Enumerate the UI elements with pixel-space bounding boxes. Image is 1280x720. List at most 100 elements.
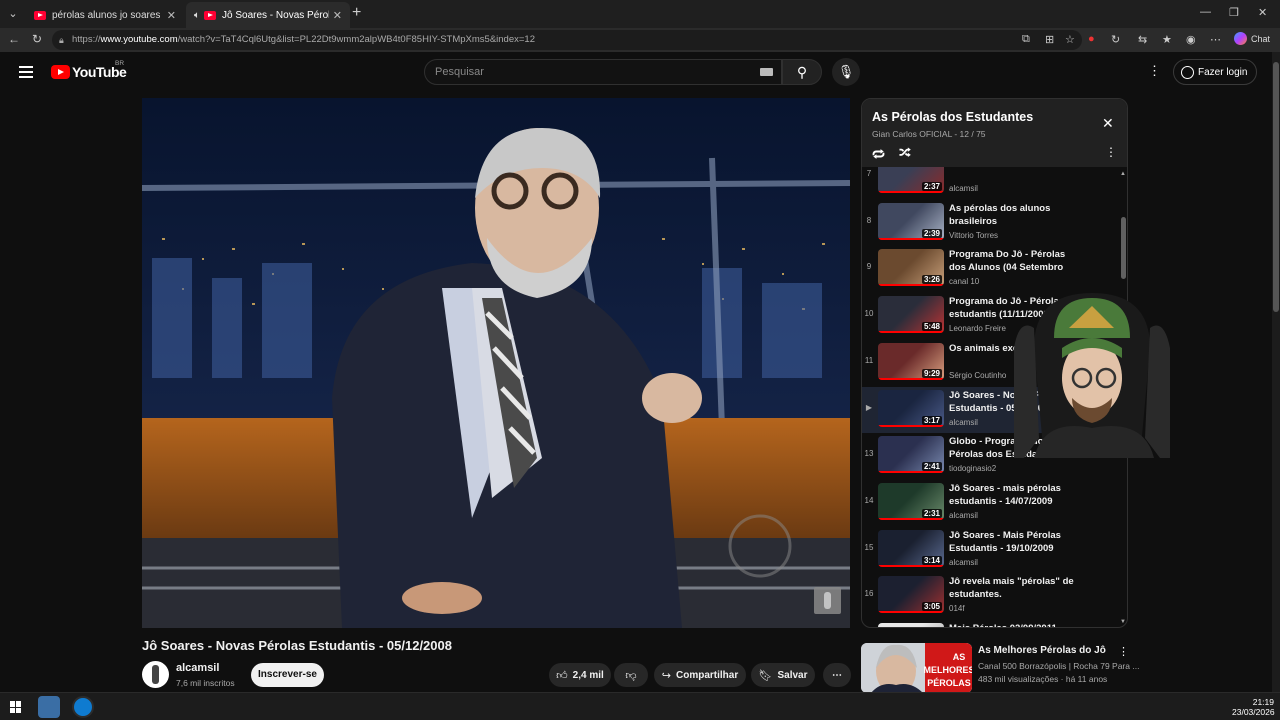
system-clock[interactable]: 21:19 23/03/2026 bbox=[1232, 697, 1275, 717]
scrollbar-thumb[interactable] bbox=[1273, 62, 1279, 312]
youtube-favicon-icon bbox=[34, 10, 46, 20]
scroll-up-icon[interactable]: ▲ bbox=[1120, 171, 1126, 177]
playlist-item[interactable]: 8 2:39 As pérolas dos alunos brasileiros Vi… bbox=[862, 200, 1120, 246]
playlist-thumbnail[interactable]: 3:14 bbox=[878, 529, 944, 567]
favorites-icon[interactable]: ★ bbox=[1162, 33, 1172, 46]
windows-start-icon[interactable] bbox=[10, 701, 22, 713]
url-prefix: https:// bbox=[72, 34, 101, 45]
back-icon[interactable]: ← bbox=[8, 32, 20, 46]
close-tab-icon[interactable]: ✕ bbox=[167, 9, 176, 22]
playlist-item-channel: Sérgio Coutinho bbox=[949, 370, 1007, 380]
search-button[interactable]: ⚲ bbox=[782, 59, 822, 85]
channel-watermark-icon[interactable] bbox=[814, 587, 841, 614]
close-window-icon[interactable]: ✕ bbox=[1258, 6, 1267, 19]
reload-icon[interactable]: ↻ bbox=[32, 32, 42, 46]
playlist-item-channel: canal 10 bbox=[949, 277, 980, 287]
loop-icon[interactable]: 🔁︎ bbox=[872, 145, 885, 164]
recommended-thumbnail-image: AS MELHORES PÉROLAS bbox=[861, 643, 972, 693]
playlist-thumbnail[interactable]: 9:29 bbox=[878, 342, 944, 380]
playlist-item[interactable]: 16 3:05 Jô revela mais "pérolas" de estuda… bbox=[862, 573, 1120, 619]
playlist-thumbnail[interactable]: 2:39 bbox=[878, 202, 944, 240]
playlist-thumbnail[interactable] bbox=[878, 623, 944, 627]
restore-icon[interactable]: ❐ bbox=[1229, 6, 1239, 19]
video-player[interactable] bbox=[142, 98, 850, 628]
search-icon: ⚲ bbox=[796, 64, 808, 80]
playlist-item[interactable]: 14 2:31 Jô Soares - mais pérolas estudanti… bbox=[862, 480, 1120, 526]
watched-progress-bar bbox=[878, 517, 944, 520]
close-tab-icon[interactable]: ✕ bbox=[333, 9, 342, 22]
playlist-item[interactable]: 7 2:37 22/03/2011 alcamsil bbox=[862, 167, 1120, 199]
browser-tab-active[interactable]: 🔈︎ Jô Soares - Novas Pérolas Estudantis … bbox=[186, 2, 350, 28]
more-icon: ⋯ bbox=[832, 669, 842, 681]
youtube-logo[interactable]: YouTube BR bbox=[51, 60, 127, 80]
playlist-thumbnail[interactable]: 3:05 bbox=[878, 576, 944, 614]
dislike-button[interactable]: 👎︎ bbox=[614, 663, 648, 687]
recommended-video-channel[interactable]: Canal 500 Borrazópolis | Rocha 79 Para .… bbox=[978, 661, 1139, 671]
playlist-item[interactable]: 17Mais Pérolas 02/09/2011 bbox=[862, 620, 1120, 627]
speaker-icon[interactable]: 🔈︎ bbox=[194, 10, 200, 21]
share-button[interactable]: ↪ Compartilhar bbox=[654, 663, 746, 687]
watched-progress-bar bbox=[878, 564, 944, 567]
scroll-down-icon[interactable]: ▼ bbox=[1120, 619, 1126, 625]
more-actions-button[interactable]: ⋯ bbox=[823, 663, 851, 687]
recommended-video-title[interactable]: As Melhores Pérolas do Jô bbox=[978, 645, 1106, 656]
keyboard-icon[interactable] bbox=[760, 68, 773, 76]
playlist-thumbnail[interactable]: 5:48 bbox=[878, 296, 944, 334]
search-placeholder: Pesquisar bbox=[435, 66, 484, 78]
playlist-item[interactable]: 9 3:26 Programa Do Jô - Pérolas dos Alunos… bbox=[862, 246, 1120, 292]
playlist-title[interactable]: As Pérolas dos Estudantes bbox=[872, 110, 1033, 124]
playlist-thumbnail[interactable]: 2:37 bbox=[878, 167, 944, 193]
minimize-icon[interactable]: — bbox=[1200, 6, 1211, 18]
duration-badge: 3:05 bbox=[921, 602, 942, 612]
browser-tab-search[interactable]: pérolas alunos jo soares - YouTube ✕ bbox=[26, 2, 184, 28]
split-screen-icon[interactable]: ⇆ bbox=[1138, 33, 1147, 46]
extension-icon[interactable]: ● bbox=[1088, 33, 1095, 45]
shuffle-icon[interactable]: 🔀︎ bbox=[899, 145, 911, 162]
channel-avatar[interactable] bbox=[142, 661, 169, 688]
watched-progress-bar bbox=[878, 191, 944, 193]
playlist-item-channel: alcamsil bbox=[949, 510, 978, 520]
playlist-thumbnail[interactable]: 2:31 bbox=[878, 482, 944, 520]
playlist-item-title: Mais Pérolas 02/09/2011 bbox=[949, 622, 1079, 627]
page-scrollbar[interactable] bbox=[1272, 52, 1280, 692]
duration-badge: 9:29 bbox=[921, 368, 942, 378]
duration-badge: 2:39 bbox=[921, 228, 942, 238]
subscribe-button[interactable]: Inscrever-se bbox=[251, 663, 324, 687]
playlist-thumbnail[interactable]: 3:17 bbox=[878, 389, 944, 427]
playlist-item[interactable]: 15 3:14 Jô Soares - Mais Pérolas Estudanti… bbox=[862, 527, 1120, 573]
playlist-more-icon[interactable]: ⋮ bbox=[1105, 145, 1117, 159]
playlist-thumbnail[interactable]: 3:26 bbox=[878, 249, 944, 287]
playlist-item-title: Jô Soares - mais pérolas estudantis - 14… bbox=[949, 482, 1061, 507]
edge-browser-icon[interactable] bbox=[72, 696, 94, 718]
save-button[interactable]: 🔖︎ Salvar bbox=[751, 663, 815, 687]
settings-more-icon[interactable]: ⋯ bbox=[1210, 33, 1221, 46]
lock-icon: 🔒︎ bbox=[59, 35, 64, 45]
recommended-more-icon[interactable]: ⋮ bbox=[1118, 645, 1129, 658]
browser-tab-bar: ⌄ pérolas alunos jo soares - YouTube ✕ 🔈… bbox=[0, 0, 1280, 28]
refresh-extension-icon[interactable]: ↻ bbox=[1111, 33, 1120, 46]
playlist-thumbnail[interactable]: 2:41 bbox=[878, 436, 944, 474]
menu-icon[interactable] bbox=[19, 66, 33, 78]
settings-menu-icon[interactable]: ⋮ bbox=[1148, 63, 1161, 79]
new-tab-icon[interactable]: + bbox=[352, 4, 361, 22]
apps-icon[interactable]: ⊞ bbox=[1045, 33, 1054, 46]
recommended-video-thumbnail[interactable]: AS MELHORES PÉROLAS bbox=[861, 643, 972, 693]
file-explorer-icon[interactable] bbox=[38, 696, 60, 718]
watched-progress-bar bbox=[878, 331, 944, 334]
playlist-item-title: As pérolas dos alunos brasileiros bbox=[949, 202, 1051, 227]
like-button[interactable]: 👍︎ 2,4 mil bbox=[549, 663, 611, 687]
favorite-star-icon[interactable]: ☆ bbox=[1065, 33, 1075, 46]
close-playlist-icon[interactable]: ✕ bbox=[1102, 115, 1114, 132]
url-field[interactable]: 🔒︎ https://www.youtube.com/watch?v=TaT4Cq… bbox=[52, 30, 1082, 50]
voice-search-button[interactable]: 🎙︎ bbox=[832, 58, 860, 86]
channel-name[interactable]: alcamsil bbox=[176, 662, 219, 674]
search-input[interactable]: Pesquisar bbox=[424, 59, 782, 85]
tab-actions-icon[interactable]: ⌄ bbox=[4, 5, 22, 23]
playlist-index: 15 bbox=[864, 542, 874, 552]
login-button[interactable]: Fazer login bbox=[1173, 59, 1257, 85]
profile-avatar-icon[interactable]: ◉ bbox=[1186, 33, 1196, 46]
copilot-chat-button[interactable]: Chat bbox=[1234, 32, 1270, 45]
tab-title: pérolas alunos jo soares - YouTube bbox=[52, 9, 163, 21]
scrollbar-thumb[interactable] bbox=[1121, 217, 1126, 279]
translate-icon[interactable]: ⧉ bbox=[1022, 33, 1030, 46]
